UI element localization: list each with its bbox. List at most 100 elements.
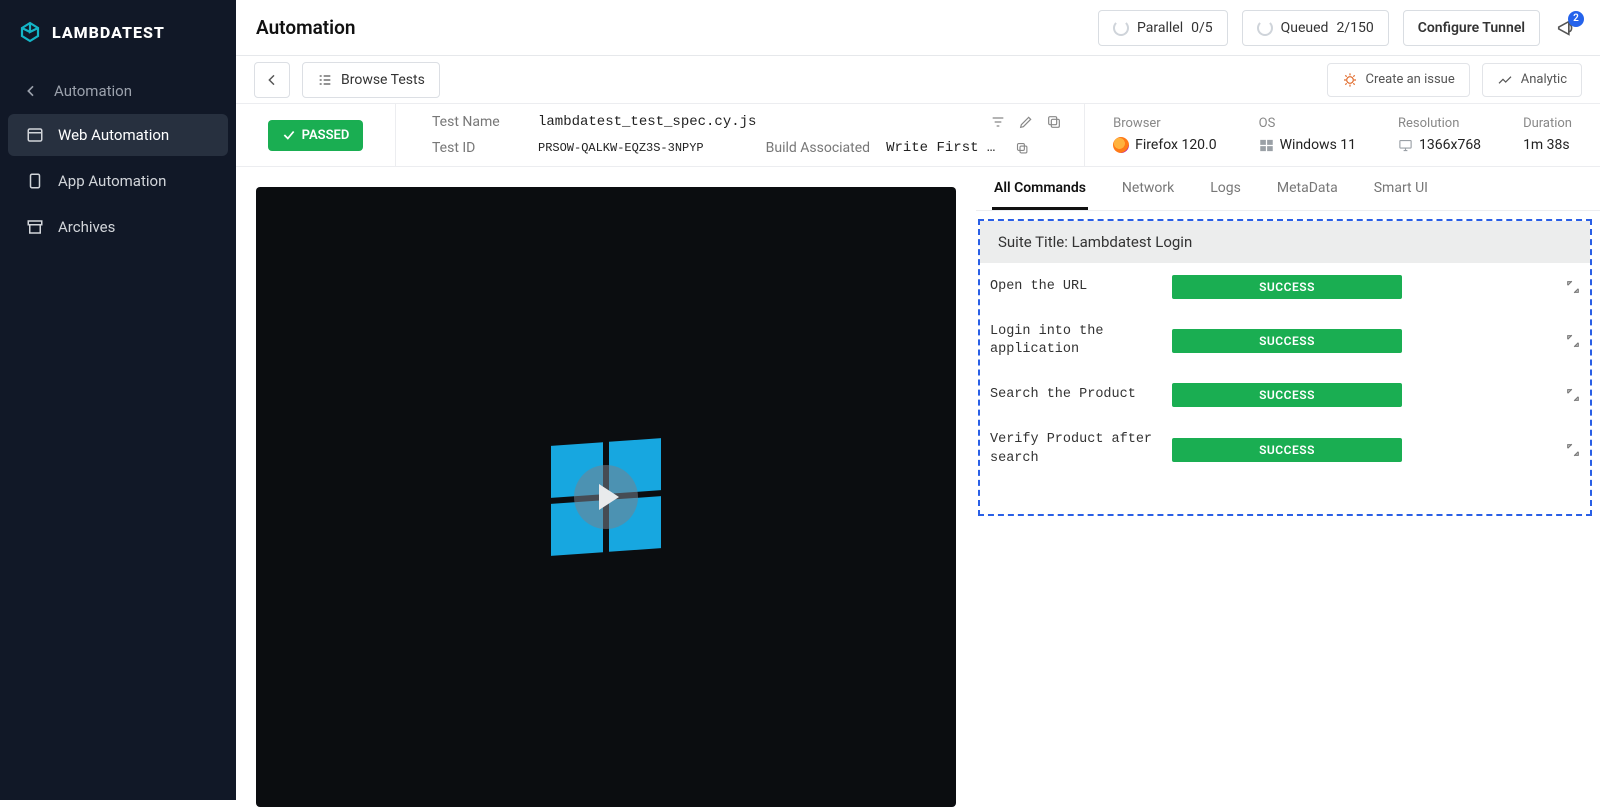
duration-label: Duration	[1523, 116, 1572, 131]
duration-value: 1m 38s	[1523, 137, 1572, 153]
page-title: Automation	[256, 16, 355, 39]
browser-label: Browser	[1113, 116, 1216, 131]
sidebar-item-label: App Automation	[58, 172, 166, 190]
test-id-value: PRSOW-QALKW-EQZ3S-3NPYP	[538, 141, 704, 155]
expand-icon[interactable]	[1564, 332, 1582, 350]
build-value: Write First …	[886, 140, 995, 156]
command-row[interactable]: Verify Product after search SUCCESS	[980, 419, 1590, 479]
os-value: Windows 11	[1280, 137, 1356, 153]
resolution-label: Resolution	[1398, 116, 1481, 131]
command-name: Verify Product after search	[990, 431, 1160, 467]
command-status: SUCCESS	[1172, 329, 1402, 353]
chevron-left-icon	[264, 72, 280, 88]
windows-icon	[1259, 138, 1274, 153]
edit-icon[interactable]	[1018, 114, 1034, 130]
back-button[interactable]	[254, 62, 290, 98]
queued-value: 2/150	[1336, 20, 1373, 36]
tab-metadata[interactable]: MetaData	[1275, 169, 1340, 210]
archive-icon	[26, 218, 44, 236]
command-row[interactable]: Login into the application SUCCESS	[980, 311, 1590, 371]
resolution-value: 1366x768	[1419, 137, 1481, 153]
status-cell: PASSED	[236, 104, 396, 166]
expand-icon[interactable]	[1564, 386, 1582, 404]
brand-logo[interactable]: LAMBDATEST	[0, 14, 236, 70]
sidebar-back[interactable]: Automation	[0, 70, 236, 112]
analytics-label: Analytic	[1521, 72, 1567, 87]
test-identity: Test Name lambdatest_test_spec.cy.js Tes…	[396, 104, 1085, 166]
tab-network[interactable]: Network	[1120, 169, 1176, 210]
command-status: SUCCESS	[1172, 383, 1402, 407]
firefox-icon	[1113, 137, 1129, 153]
parallel-label: Parallel	[1137, 20, 1183, 36]
analytics-icon	[1497, 72, 1513, 88]
notifications-count: 2	[1568, 11, 1584, 27]
expand-icon[interactable]	[1564, 278, 1582, 296]
brand-name: LAMBDATEST	[52, 23, 165, 42]
sidebar-back-label: Automation	[54, 82, 132, 100]
browse-tests-label: Browse Tests	[341, 72, 425, 88]
sidebar-item-label: Archives	[58, 218, 115, 236]
browse-tests-button[interactable]: Browse Tests	[302, 62, 440, 98]
os-label: OS	[1259, 116, 1356, 131]
sidebar: LAMBDATEST Automation Web Automation App…	[0, 0, 236, 800]
sidebar-item-web-automation[interactable]: Web Automation	[8, 114, 228, 156]
build-label: Build Associated	[766, 140, 870, 156]
command-row[interactable]: Search the Product SUCCESS	[980, 371, 1590, 419]
command-row[interactable]: Open the URL SUCCESS	[980, 263, 1590, 311]
status-text: PASSED	[302, 128, 350, 143]
browser-value: Firefox 120.0	[1135, 137, 1216, 153]
copy-icon[interactable]	[1046, 114, 1062, 130]
analytics-button[interactable]: Analytic	[1482, 63, 1582, 97]
test-environment: Browser Firefox 120.0 OS Windows 11 Reso…	[1085, 104, 1600, 166]
device-icon	[26, 172, 44, 190]
command-name: Open the URL	[990, 278, 1160, 296]
video-player[interactable]	[256, 187, 956, 807]
sidebar-item-label: Web Automation	[58, 126, 169, 144]
topbar: Automation Parallel 0/5 Queued 2/150 Con…	[236, 0, 1600, 56]
chevron-left-icon	[22, 82, 40, 100]
notifications-button[interactable]: 2	[1554, 15, 1580, 41]
commands-pane: All Commands Network Logs MetaData Smart…	[976, 167, 1600, 800]
spinner-icon	[1113, 20, 1129, 36]
content: All Commands Network Logs MetaData Smart…	[236, 167, 1600, 800]
play-icon	[599, 484, 619, 510]
tab-all-commands[interactable]: All Commands	[992, 169, 1088, 210]
command-status: SUCCESS	[1172, 275, 1402, 299]
spinner-icon	[1257, 20, 1273, 36]
queued-label: Queued	[1281, 20, 1329, 36]
command-status: SUCCESS	[1172, 438, 1402, 462]
suite-header: Suite Title: Lambdatest Login	[980, 221, 1590, 263]
main: Automation Parallel 0/5 Queued 2/150 Con…	[236, 0, 1600, 800]
suite-box: Suite Title: Lambdatest Login Open the U…	[978, 219, 1592, 516]
configure-tunnel-label: Configure Tunnel	[1418, 20, 1525, 36]
parallel-value: 0/5	[1191, 20, 1213, 36]
filter-icon[interactable]	[990, 114, 1006, 130]
test-meta-row: PASSED Test Name lambdatest_test_spec.cy…	[236, 104, 1600, 167]
command-name: Login into the application	[990, 323, 1160, 359]
tab-logs[interactable]: Logs	[1208, 169, 1243, 210]
check-icon	[282, 128, 296, 142]
list-icon	[317, 72, 333, 88]
create-issue-label: Create an issue	[1366, 72, 1455, 87]
bug-icon	[1342, 72, 1358, 88]
copy-icon[interactable]	[1015, 141, 1030, 156]
commands-tabs: All Commands Network Logs MetaData Smart…	[976, 167, 1600, 211]
monitor-icon	[1398, 138, 1413, 153]
logo-mark-icon	[18, 20, 42, 44]
test-name-value: lambdatest_test_spec.cy.js	[538, 114, 756, 130]
sidebar-item-app-automation[interactable]: App Automation	[8, 160, 228, 202]
play-button[interactable]	[574, 465, 638, 529]
command-name: Search the Product	[990, 386, 1160, 404]
video-pane	[236, 167, 976, 800]
queued-status[interactable]: Queued 2/150	[1242, 10, 1389, 46]
expand-icon[interactable]	[1564, 441, 1582, 459]
subbar: Browse Tests Create an issue Analytic	[236, 56, 1600, 104]
test-id-label: Test ID	[432, 140, 522, 156]
create-issue-button[interactable]: Create an issue	[1327, 63, 1470, 97]
configure-tunnel-button[interactable]: Configure Tunnel	[1403, 10, 1540, 46]
tab-smart-ui[interactable]: Smart UI	[1372, 169, 1430, 210]
status-badge: PASSED	[268, 120, 364, 151]
parallel-status[interactable]: Parallel 0/5	[1098, 10, 1228, 46]
test-name-label: Test Name	[432, 114, 522, 130]
sidebar-item-archives[interactable]: Archives	[8, 206, 228, 248]
